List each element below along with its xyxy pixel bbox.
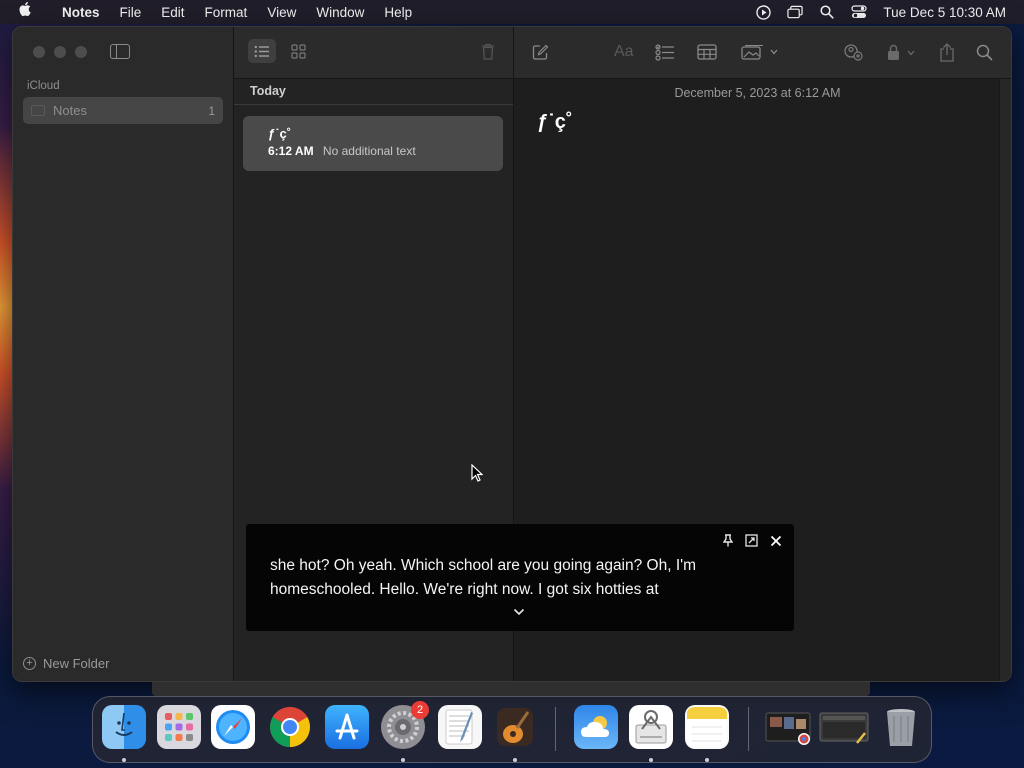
- sidebar: iCloud Notes 1 + New Folder: [13, 27, 234, 681]
- running-indicator: [122, 758, 126, 762]
- caption-controls: [722, 534, 782, 552]
- running-indicator: [401, 758, 405, 762]
- close-window-button[interactable]: [33, 46, 45, 58]
- mouse-cursor-icon: [471, 463, 484, 487]
- table-button[interactable]: [697, 41, 717, 63]
- menu-app-name[interactable]: Notes: [52, 5, 110, 20]
- notes-icon[interactable]: [685, 705, 729, 749]
- note-title: ƒ˙ç˚: [268, 126, 292, 141]
- notification-badge: 2: [411, 701, 429, 719]
- list-view-button[interactable]: [248, 39, 276, 63]
- new-folder-label: New Folder: [43, 656, 110, 671]
- menu-help[interactable]: Help: [374, 5, 422, 20]
- weather-icon[interactable]: [574, 705, 618, 749]
- format-text-button[interactable]: Aa: [614, 41, 634, 63]
- sidebar-item-label: Notes: [53, 103, 87, 118]
- format-text-icon: Aa: [614, 43, 634, 60]
- note-date: December 5, 2023 at 6:12 AM: [674, 86, 841, 100]
- menu-view[interactable]: View: [257, 5, 306, 20]
- menubar-clock[interactable]: Tue Dec 5 10:30 AM: [883, 5, 1006, 20]
- screen-recording-icon[interactable]: [755, 4, 771, 20]
- running-indicator: [705, 758, 709, 762]
- note-list-toolbar: [234, 27, 513, 79]
- note-meta: 6:12 AM No additional text: [268, 144, 503, 158]
- folder-icon: [31, 105, 45, 116]
- checklist-icon: [655, 43, 674, 61]
- editor-toolbar: Aa: [514, 27, 1011, 79]
- search-icon: [976, 44, 993, 60]
- spotlight-search-icon[interactable]: [819, 5, 835, 19]
- folder-count: 1: [208, 103, 215, 118]
- trash-icon[interactable]: [879, 705, 923, 749]
- close-icon[interactable]: [770, 534, 782, 552]
- note-time: 6:12 AM: [268, 144, 314, 158]
- menu-format[interactable]: Format: [195, 5, 258, 20]
- checklist-button[interactable]: [655, 41, 675, 63]
- control-center-icon[interactable]: [851, 5, 868, 19]
- list-view-icon: [254, 45, 269, 57]
- plus-circle-icon: +: [23, 657, 36, 670]
- note-body-text[interactable]: ƒ˙ç˚: [537, 111, 573, 134]
- app-store-icon[interactable]: [325, 705, 369, 749]
- zoom-window-button[interactable]: [75, 46, 87, 58]
- lock-icon: [888, 44, 915, 60]
- minimize-window-button[interactable]: [54, 46, 66, 58]
- trash-icon: [482, 43, 494, 60]
- note-preview: No additional text: [322, 144, 416, 158]
- editor-scrollbar[interactable]: [999, 79, 1011, 681]
- pin-icon[interactable]: [722, 534, 734, 552]
- chevron-down-icon[interactable]: [513, 603, 525, 621]
- apple-menu-icon[interactable]: [0, 2, 52, 22]
- menu-edit[interactable]: Edit: [151, 5, 194, 20]
- divider: [234, 104, 513, 105]
- sidebar-section-icloud: iCloud: [27, 80, 60, 92]
- window-controls: [33, 46, 87, 58]
- share-icon: [940, 42, 954, 62]
- share-button[interactable]: [939, 41, 955, 63]
- live-captions-panel: she hot? Oh yeah. Which school are you g…: [246, 524, 794, 631]
- running-indicator: [649, 758, 653, 762]
- screen-mirroring-icon[interactable]: [787, 5, 804, 19]
- sidebar-toggle-icon[interactable]: [110, 44, 130, 59]
- collaborate-icon: [844, 44, 863, 61]
- search-button[interactable]: [976, 41, 993, 63]
- lock-note-button[interactable]: [886, 41, 918, 63]
- delete-note-button[interactable]: [477, 40, 499, 62]
- system-settings-icon[interactable]: 2: [381, 701, 429, 749]
- media-button[interactable]: [741, 41, 779, 63]
- menu-bar: Notes File Edit Format View Window Help …: [0, 0, 1024, 24]
- caption-text: she hot? Oh yeah. Which school are you g…: [270, 557, 697, 598]
- gallery-view-button[interactable]: [284, 39, 312, 63]
- gallery-view-icon: [290, 43, 306, 59]
- new-folder-button[interactable]: + New Folder: [23, 656, 109, 671]
- running-indicator: [513, 758, 517, 762]
- note-group-today: Today: [250, 84, 286, 98]
- textedit-icon[interactable]: [438, 705, 482, 749]
- collaborate-button[interactable]: [843, 41, 863, 63]
- sidebar-item-notes[interactable]: Notes 1: [23, 97, 223, 124]
- safari-icon[interactable]: [211, 705, 255, 749]
- dock: 2: [92, 696, 932, 763]
- dock-separator: [555, 707, 556, 751]
- menu-file[interactable]: File: [110, 5, 152, 20]
- compose-icon: [532, 44, 549, 60]
- photo-media-icon: [741, 45, 778, 60]
- launchpad-icon[interactable]: [157, 705, 201, 749]
- finder-icon[interactable]: [102, 705, 146, 749]
- compose-button[interactable]: [532, 41, 549, 63]
- dock-separator: [748, 707, 749, 751]
- recent-window-icon[interactable]: [764, 705, 814, 749]
- background-window-edge: [152, 682, 870, 696]
- menu-window[interactable]: Window: [306, 5, 374, 20]
- garageband-icon[interactable]: [493, 705, 537, 749]
- chrome-icon[interactable]: [268, 705, 312, 749]
- table-icon: [697, 44, 717, 60]
- preview-icon[interactable]: [629, 705, 673, 749]
- expand-icon[interactable]: [745, 534, 758, 552]
- note-list-item[interactable]: ƒ˙ç˚ 6:12 AM No additional text: [243, 116, 503, 171]
- recent-window-icon[interactable]: [819, 705, 871, 749]
